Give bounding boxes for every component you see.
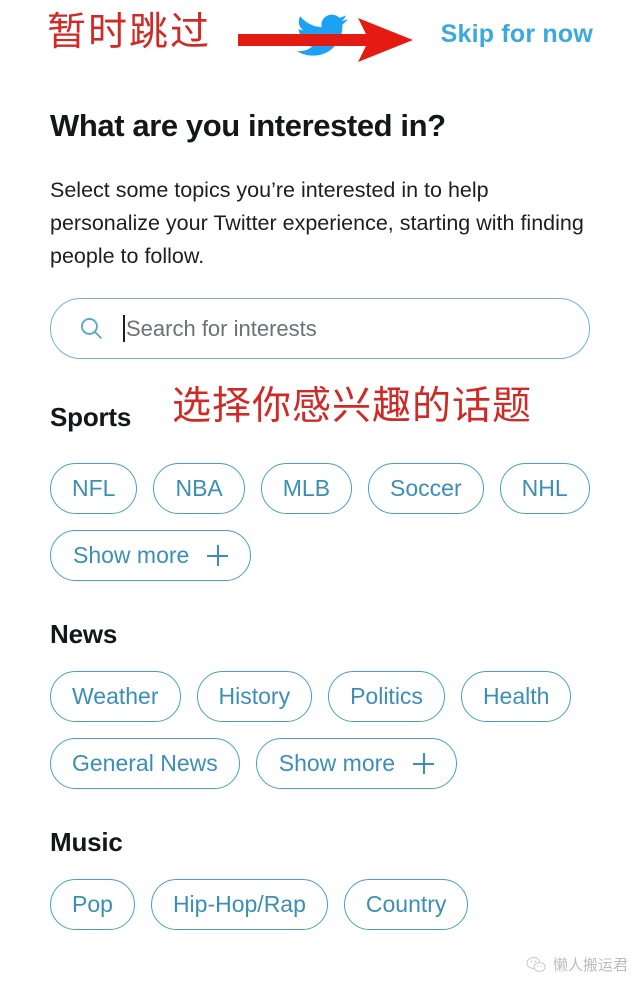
news-chip-rows: Weather History Politics Health General … xyxy=(50,671,590,789)
sports-chip-rows: NFL NBA MLB Soccer NHL Show more xyxy=(50,463,590,581)
topic-chip-history[interactable]: History xyxy=(196,671,313,722)
section-heading-music: Music xyxy=(50,827,123,857)
section-heading-sports: Sports xyxy=(50,402,132,432)
text-cursor xyxy=(123,315,125,342)
page-title: What are you interested in? xyxy=(50,108,446,143)
search-icon xyxy=(80,317,102,339)
sports-heading-row: Sports 选择你感兴趣的话题 xyxy=(50,384,590,442)
topic-chip-country[interactable]: Country xyxy=(343,879,469,930)
watermark: 懒人搬运君 xyxy=(526,954,628,975)
chinese-skip-annotation: 暂时跳过 xyxy=(47,10,212,55)
show-more-news-button[interactable]: Show more xyxy=(255,738,458,789)
chip-row: Weather History Politics Health xyxy=(50,671,590,722)
topic-chip-pop[interactable]: Pop xyxy=(50,879,135,930)
section-news: News Weather History Politics Health Gen… xyxy=(50,619,590,789)
search-input[interactable] xyxy=(126,310,589,347)
music-chip-rows: Pop Hip-Hop/Rap Country xyxy=(50,879,590,930)
section-heading-news: News xyxy=(50,619,118,649)
chinese-topics-annotation: 选择你感兴趣的话题 xyxy=(172,384,533,429)
search-interests-field[interactable] xyxy=(50,298,590,359)
watermark-text: 懒人搬运君 xyxy=(552,956,628,974)
show-more-label: Show more xyxy=(73,542,190,568)
red-arrow-icon xyxy=(238,18,413,62)
show-more-label: Show more xyxy=(278,750,396,776)
topic-chip-nfl[interactable]: NFL xyxy=(50,463,138,514)
topic-chip-nba[interactable]: NBA xyxy=(153,463,245,514)
skip-for-now-button[interactable]: Skip for now xyxy=(441,20,593,49)
chip-row: Show more xyxy=(50,530,590,581)
chip-row: General News Show more xyxy=(50,738,590,789)
main-content: What are you interested in? Select some … xyxy=(0,107,640,930)
chip-row: Pop Hip-Hop/Rap Country xyxy=(50,879,590,930)
section-sports: Sports 选择你感兴趣的话题 NFL NBA MLB Soccer NHL … xyxy=(50,384,590,581)
topic-chip-hip-hop-rap[interactable]: Hip-Hop/Rap xyxy=(150,879,328,930)
section-music: Music Pop Hip-Hop/Rap Country xyxy=(50,827,590,930)
page-description: Select some topics you’re interested in … xyxy=(50,178,584,268)
chip-row: NFL NBA MLB Soccer NHL xyxy=(50,463,590,514)
top-bar: 暂时跳过 Skip for now xyxy=(0,0,640,82)
topic-chip-nhl[interactable]: NHL xyxy=(499,463,590,514)
topic-chip-politics[interactable]: Politics xyxy=(328,671,445,722)
topic-chip-weather[interactable]: Weather xyxy=(50,671,181,722)
plus-icon xyxy=(207,545,229,566)
wechat-icon xyxy=(526,956,546,972)
plus-icon xyxy=(413,753,435,774)
topic-chip-health[interactable]: Health xyxy=(460,671,572,722)
topic-chip-mlb[interactable]: MLB xyxy=(260,463,353,514)
topic-chip-general-news[interactable]: General News xyxy=(50,738,240,789)
show-more-sports-button[interactable]: Show more xyxy=(50,530,252,581)
topic-chip-soccer[interactable]: Soccer xyxy=(368,463,484,514)
